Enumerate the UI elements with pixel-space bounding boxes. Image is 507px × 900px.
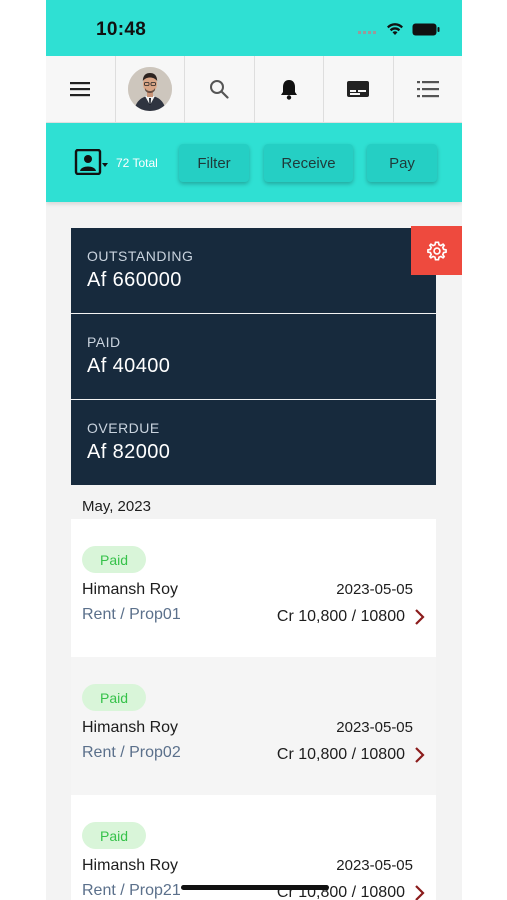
tenant-name: Himansh Roy	[82, 719, 179, 736]
settings-button[interactable]	[411, 226, 462, 275]
search-icon	[210, 80, 229, 99]
bell-icon	[280, 80, 297, 100]
summary-value: Af 40400	[87, 355, 171, 377]
overdue-card[interactable]: OVERDUE Af 82000	[71, 400, 436, 485]
profile-button[interactable]	[116, 56, 185, 122]
status-time: 10:48	[96, 19, 147, 40]
list-view-button[interactable]	[394, 56, 463, 122]
contact-select-button[interactable]	[74, 148, 110, 180]
receive-button[interactable]: Receive	[264, 144, 353, 182]
gear-icon	[426, 240, 447, 261]
transaction-amount: Cr 10,800 / 10800	[276, 608, 405, 625]
app-screen: 10:48 72 Total Filter Receive Pay OUTSTA…	[46, 0, 462, 900]
top-nav	[46, 56, 462, 123]
status-badge: Paid	[82, 546, 146, 573]
search-button[interactable]	[185, 56, 255, 122]
contact-card-icon	[74, 148, 108, 176]
chevron-right-icon[interactable]	[414, 746, 426, 764]
month-header: May, 2023	[71, 487, 436, 519]
outstanding-card[interactable]: OUTSTANDING Af 660000	[71, 228, 436, 313]
pay-button[interactable]: Pay	[367, 144, 437, 182]
wifi-icon	[387, 23, 403, 35]
chevron-right-icon[interactable]	[414, 884, 426, 900]
transaction-date: 2023-05-05	[336, 857, 413, 874]
month-label: May, 2023	[82, 498, 151, 515]
status-bar: 10:48	[46, 0, 462, 56]
filter-button[interactable]: Filter	[179, 144, 249, 182]
summary-value: Af 82000	[87, 441, 171, 463]
battery-icon	[412, 23, 440, 35]
transaction-amount: Cr 10,800 / 10800	[276, 746, 405, 763]
summary-label: PAID	[87, 334, 121, 350]
summary-label: OVERDUE	[87, 420, 160, 436]
signal-icon	[358, 31, 376, 34]
list-icon	[416, 81, 439, 98]
chevron-right-icon[interactable]	[414, 608, 426, 626]
transaction-date: 2023-05-05	[336, 581, 413, 598]
notifications-button[interactable]	[255, 56, 324, 122]
transaction-date: 2023-05-05	[336, 719, 413, 736]
transaction-row[interactable]: Paid Himansh Roy Rent / Prop01 2023-05-0…	[71, 519, 436, 657]
menu-button[interactable]	[46, 56, 116, 122]
card-icon	[347, 81, 370, 97]
summary-value: Af 660000	[87, 269, 182, 291]
rent-property: Rent / Prop01	[82, 606, 181, 623]
tenant-name: Himansh Roy	[82, 857, 179, 874]
status-badge: Paid	[82, 684, 146, 711]
transaction-row[interactable]: Paid Himansh Roy Rent / Prop02 2023-05-0…	[71, 657, 436, 795]
home-indicator	[181, 885, 329, 890]
menu-icon	[70, 82, 91, 97]
rent-property: Rent / Prop02	[82, 744, 181, 761]
payments-card-button[interactable]	[324, 56, 394, 122]
status-icons	[358, 22, 440, 36]
action-bar: 72 Total Filter Receive Pay	[46, 123, 462, 202]
summary-label: OUTSTANDING	[87, 248, 194, 264]
total-count: 72 Total	[116, 156, 158, 170]
tenant-name: Himansh Roy	[82, 581, 179, 598]
rent-property: Rent / Prop21	[82, 882, 181, 899]
paid-card[interactable]: PAID Af 40400	[71, 314, 436, 399]
status-badge: Paid	[82, 822, 146, 849]
avatar	[127, 67, 172, 111]
